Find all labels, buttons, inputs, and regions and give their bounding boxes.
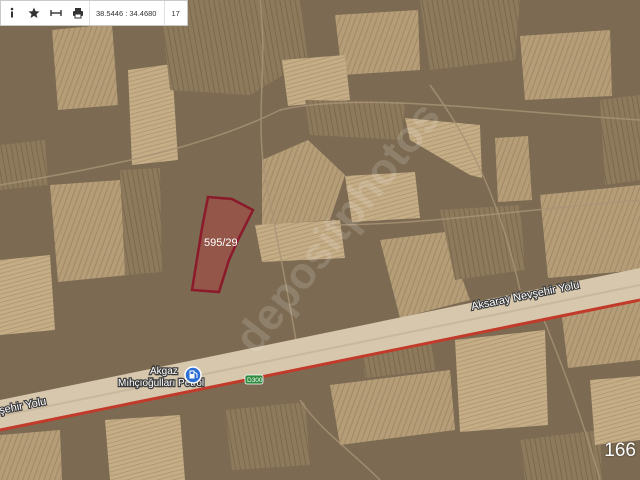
parcel-label: 595/29 <box>204 237 238 249</box>
road-shield-label: D300 <box>247 377 263 384</box>
road-shield: D300 <box>244 374 264 385</box>
corner-number: 166 <box>604 440 636 461</box>
coordinates-readout: 38.5446 : 34.4680 <box>89 1 166 25</box>
zoom-level: 17 <box>171 8 180 18</box>
info-icon <box>10 7 14 18</box>
poi-name-line1: Akgaz <box>150 366 178 377</box>
print-button[interactable] <box>67 1 89 25</box>
favorite-button[interactable] <box>23 1 45 25</box>
map-toolbar: 38.5446 : 34.4680 17 <box>0 0 188 26</box>
star-icon <box>28 7 40 18</box>
measure-button[interactable] <box>45 1 67 25</box>
printer-icon <box>73 8 83 19</box>
fuel-station-icon[interactable] <box>184 366 202 384</box>
satellite-map[interactable]: 595/29 depositphotos Aksaray Nevşehir Yo… <box>0 0 640 480</box>
info-button[interactable] <box>1 1 23 25</box>
ruler-icon <box>50 10 62 16</box>
